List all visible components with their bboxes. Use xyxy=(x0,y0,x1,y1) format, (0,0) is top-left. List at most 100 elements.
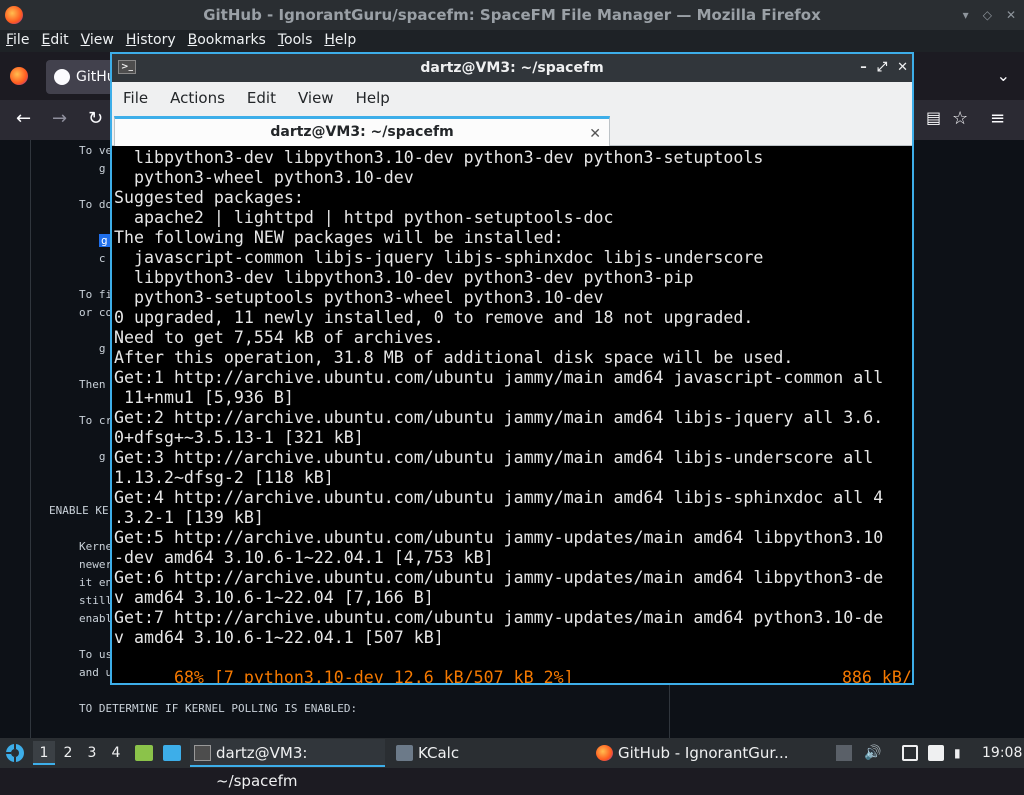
terminal-line: Get:2 http://archive.ubuntu.com/ubuntu j… xyxy=(114,408,884,427)
task-konsole[interactable]: dartz@VM3: ~/spacefm xyxy=(190,739,385,790)
clipboard-icon[interactable] xyxy=(836,745,852,761)
volume-icon[interactable]: 🔊 xyxy=(864,745,881,761)
terminal-line: Get:3 http://archive.ubuntu.com/ubuntu j… xyxy=(114,448,874,467)
doc-text: g xyxy=(79,450,106,463)
terminal-icon: >_ xyxy=(118,60,136,74)
menu-help[interactable]: Help xyxy=(318,30,362,52)
menu-view[interactable]: View xyxy=(287,89,345,107)
firefox-icon xyxy=(596,745,613,761)
doc-text: newer xyxy=(79,558,113,571)
terminal-line: 0+dfsg+~3.5.13-1 [321 kB] xyxy=(114,428,364,447)
terminal-line: 11+nmu1 [5,936 B] xyxy=(114,388,294,407)
konsole-menubar: File Actions Edit View Help xyxy=(112,82,912,114)
notes-icon[interactable] xyxy=(928,745,944,761)
konsole-window: >_ dartz@VM3: ~/spacefm – ⤢ ✕ File Actio… xyxy=(110,52,914,685)
close-tab-icon[interactable]: ✕ xyxy=(589,121,601,147)
close-icon[interactable]: ✕ xyxy=(897,54,908,82)
reader-view-icon[interactable]: ▤ xyxy=(926,108,941,127)
terminal-line: Get:5 http://archive.ubuntu.com/ubuntu j… xyxy=(114,528,884,547)
terminal-line: Get:4 http://archive.ubuntu.com/ubuntu j… xyxy=(114,488,884,507)
taskbar: 1 2 3 4 dartz@VM3: ~/spacefm KCalc GitHu… xyxy=(0,738,1024,790)
doc-text: and u xyxy=(79,666,113,679)
menu-help[interactable]: Help xyxy=(345,89,401,107)
doc-text: To us xyxy=(79,648,113,661)
selected-code: g xyxy=(99,234,110,247)
terminal-line: v amd64 3.10.6-1~22.04 [7,166 B] xyxy=(114,588,434,607)
menu-tools[interactable]: Tools xyxy=(272,30,319,52)
clock[interactable]: 19:08 xyxy=(982,738,1022,768)
terminal-lines: libpython3-dev libpython3.10-dev python3… xyxy=(114,148,912,648)
menu-file[interactable]: File xyxy=(112,89,159,107)
workspace-3[interactable]: 3 xyxy=(81,741,103,765)
terminal-output[interactable]: libpython3-dev libpython3.10-dev python3… xyxy=(112,146,912,683)
doc-text: enabl xyxy=(79,612,113,625)
terminal-line: -dev amd64 3.10.6-1~22.04.1 [4,753 kB] xyxy=(114,548,494,567)
konsole-window-controls: – ⤢ ✕ xyxy=(860,54,908,82)
doc-text: Then xyxy=(79,378,106,391)
task-kcalc[interactable]: KCalc xyxy=(392,739,482,767)
menu-history[interactable]: History xyxy=(120,30,182,52)
task-firefox[interactable]: GitHub - IgnorantGur... xyxy=(592,739,792,767)
firefox-view-icon[interactable] xyxy=(10,67,28,85)
menu-file[interactable]: File xyxy=(0,30,35,52)
doc-text: still xyxy=(79,594,113,607)
menu-view[interactable]: View xyxy=(75,30,120,52)
calculator-icon xyxy=(396,745,413,761)
display-icon[interactable] xyxy=(902,745,918,761)
menu-bookmarks[interactable]: Bookmarks xyxy=(182,30,272,52)
minimize-icon[interactable]: ▾ xyxy=(963,0,969,30)
doc-text: c xyxy=(79,252,106,265)
terminal-line: The following NEW packages will be insta… xyxy=(114,228,564,247)
terminal-line: libpython3-dev libpython3.10-dev python3… xyxy=(114,148,764,167)
terminal-line: Get:7 http://archive.ubuntu.com/ubuntu j… xyxy=(114,608,884,627)
doc-text: g xyxy=(79,342,106,355)
doc-text: ENABLE KE xyxy=(49,504,109,517)
show-desktop-icon[interactable] xyxy=(163,745,181,761)
application-launcher[interactable] xyxy=(4,743,26,763)
terminal-line: Suggested packages: xyxy=(114,188,304,207)
terminal-tab[interactable]: dartz@VM3: ~/spacefm ✕ xyxy=(114,116,610,146)
workspace-4[interactable]: 4 xyxy=(105,741,127,765)
network-icon[interactable]: ▮ xyxy=(954,745,968,761)
doc-code-line: g xyxy=(99,234,110,247)
close-icon[interactable]: ✕ xyxy=(1006,0,1016,30)
menu-actions[interactable]: Actions xyxy=(159,89,236,107)
bookmark-star-icon[interactable]: ☆ xyxy=(952,108,968,129)
workspace-1[interactable]: 1 xyxy=(33,741,55,765)
terminal-line: Get:6 http://archive.ubuntu.com/ubuntu j… xyxy=(114,568,884,587)
workspace-2[interactable]: 2 xyxy=(57,741,79,765)
doc-text: To fi xyxy=(79,288,113,301)
task-label: GitHub - IgnorantGur... xyxy=(618,744,789,762)
terminal-line: After this operation, 31.8 MB of additio… xyxy=(114,348,794,367)
terminal-line: Get:1 http://archive.ubuntu.com/ubuntu j… xyxy=(114,368,884,387)
terminal-line: libpython3-dev libpython3.10-dev python3… xyxy=(114,268,694,287)
task-label: dartz@VM3: ~/spacefm xyxy=(216,744,308,790)
terminal-line: javascript-common libjs-jquery libjs-sph… xyxy=(114,248,764,267)
terminal-line: python3-wheel python3.10-dev xyxy=(114,168,414,187)
back-icon[interactable]: ← xyxy=(16,108,31,129)
file-manager-icon[interactable] xyxy=(135,745,153,761)
app-menu-icon[interactable]: ≡ xyxy=(990,108,1005,129)
terminal-line: v amd64 3.10.6-1~22.04.1 [507 kB] xyxy=(114,628,444,647)
terminal-line: apache2 | lighttpd | httpd python-setupt… xyxy=(114,208,614,227)
launcher-icon xyxy=(6,744,24,762)
reload-icon[interactable]: ↻ xyxy=(88,108,103,129)
doc-text: TO DETERMINE IF KERNEL POLLING IS ENABLE… xyxy=(79,702,358,715)
terminal-line: python3-setuptools python3-wheel python3… xyxy=(114,288,604,307)
maximize-icon[interactable]: ◇ xyxy=(983,0,992,30)
progress-line: 68% [7 python3.10-dev 12.6 kB/507 kB 2%]… xyxy=(114,648,912,683)
doc-text: To do xyxy=(79,198,113,211)
firefox-titlebar: GitHub - IgnorantGuru/spacefm: SpaceFM F… xyxy=(0,0,1024,30)
maximize-icon[interactable]: ⤢ xyxy=(877,54,887,82)
menu-edit[interactable]: Edit xyxy=(236,89,287,107)
doc-text: or co xyxy=(79,306,113,319)
doc-text: To ve xyxy=(79,144,113,157)
forward-icon[interactable]: → xyxy=(52,108,67,129)
terminal-icon xyxy=(194,745,211,761)
menu-edit[interactable]: Edit xyxy=(35,30,74,52)
firefox-icon xyxy=(5,6,23,24)
list-tabs-icon[interactable]: ⌄ xyxy=(997,66,1010,85)
minimize-icon[interactable]: – xyxy=(860,54,867,82)
terminal-line: 1.13.2~dfsg-2 [118 kB] xyxy=(114,468,334,487)
konsole-tabbar: dartz@VM3: ~/spacefm ✕ xyxy=(112,114,912,146)
